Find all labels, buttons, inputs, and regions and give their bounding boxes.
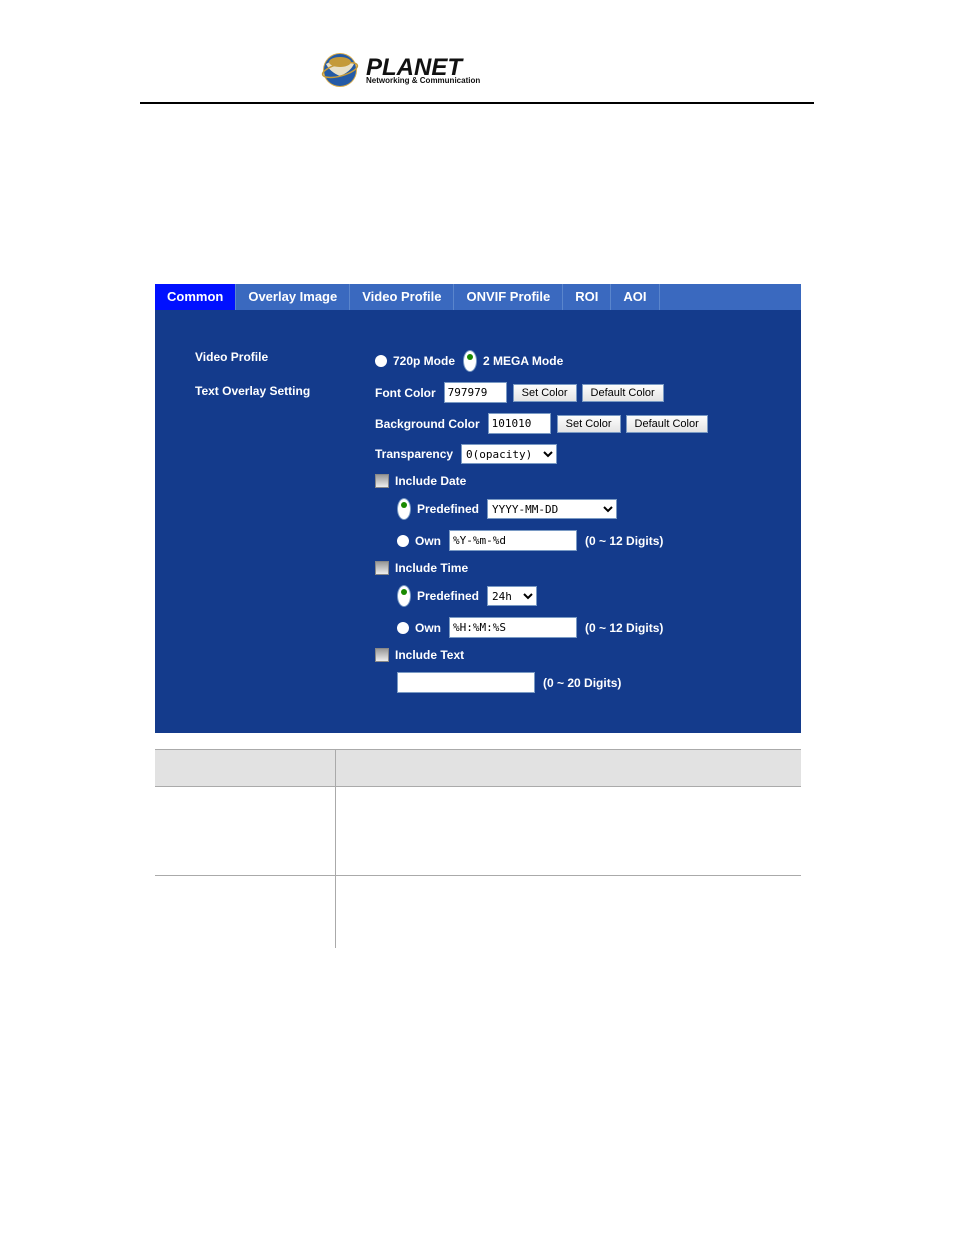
note-text-digits: (0 ~ 20 Digits): [543, 676, 621, 690]
btn-bg-set-color[interactable]: Set Color: [557, 415, 621, 433]
label-include-text: Include Text: [395, 648, 464, 662]
radio-720p[interactable]: [375, 355, 387, 367]
radio-date-own[interactable]: [397, 535, 409, 547]
label-include-date: Include Date: [395, 474, 466, 488]
spec-cell-1-1: [155, 787, 336, 876]
tab-onvif-profile[interactable]: ONVIF Profile: [454, 284, 563, 310]
btn-font-default-color[interactable]: Default Color: [582, 384, 664, 402]
radio-time-predefined[interactable]: [397, 585, 411, 607]
spec-table: [155, 749, 801, 948]
tab-roi[interactable]: ROI: [563, 284, 611, 310]
spec-cell-2-2: [336, 876, 802, 949]
tab-overlay-image[interactable]: Overlay Image: [236, 284, 350, 310]
select-time-predefined[interactable]: 24h: [487, 586, 537, 606]
note-time-digits: (0 ~ 12 Digits): [585, 621, 663, 635]
input-bg-color[interactable]: [488, 413, 551, 434]
tab-aoi[interactable]: AOI: [611, 284, 659, 310]
brand-logo: PLANET Networking & Communication: [320, 50, 814, 90]
label-time-predefined: Predefined: [417, 589, 479, 603]
select-transparency[interactable]: 0(opacity): [461, 444, 557, 464]
tab-bar: Common Overlay Image Video Profile ONVIF…: [155, 284, 801, 310]
checkbox-include-time[interactable]: [375, 561, 389, 575]
select-date-predefined[interactable]: YYYY-MM-DD: [487, 499, 617, 519]
radio-date-predefined[interactable]: [397, 498, 411, 520]
input-date-own[interactable]: [449, 530, 577, 551]
checkbox-include-text[interactable]: [375, 648, 389, 662]
spec-header-2: [336, 750, 802, 787]
settings-panel: Common Overlay Image Video Profile ONVIF…: [155, 284, 801, 733]
label-transparency: Transparency: [375, 447, 453, 461]
input-font-color[interactable]: [444, 382, 507, 403]
label-2mega: 2 MEGA Mode: [483, 354, 563, 368]
spec-header-1: [155, 750, 336, 787]
checkbox-include-date[interactable]: [375, 474, 389, 488]
label-text-overlay: Text Overlay Setting: [195, 384, 375, 398]
label-bg-color: Background Color: [375, 417, 480, 431]
label-video-profile: Video Profile: [195, 350, 375, 364]
label-font-color: Font Color: [375, 386, 436, 400]
note-date-digits: (0 ~ 12 Digits): [585, 534, 663, 548]
spec-cell-2-1: [155, 876, 336, 949]
tab-common[interactable]: Common: [155, 284, 236, 310]
label-include-time: Include Time: [395, 561, 468, 575]
btn-font-set-color[interactable]: Set Color: [513, 384, 577, 402]
planet-globe-icon: [320, 50, 360, 90]
label-time-own: Own: [415, 621, 441, 635]
logo-subtitle: Networking & Communication: [366, 77, 480, 85]
label-date-predefined: Predefined: [417, 502, 479, 516]
radio-time-own[interactable]: [397, 622, 409, 634]
label-date-own: Own: [415, 534, 441, 548]
radio-2mega[interactable]: [463, 350, 477, 372]
tab-video-profile[interactable]: Video Profile: [350, 284, 454, 310]
label-720p: 720p Mode: [393, 354, 455, 368]
input-include-text[interactable]: [397, 672, 535, 693]
spec-cell-1-2: [336, 787, 802, 876]
btn-bg-default-color[interactable]: Default Color: [626, 415, 708, 433]
input-time-own[interactable]: [449, 617, 577, 638]
